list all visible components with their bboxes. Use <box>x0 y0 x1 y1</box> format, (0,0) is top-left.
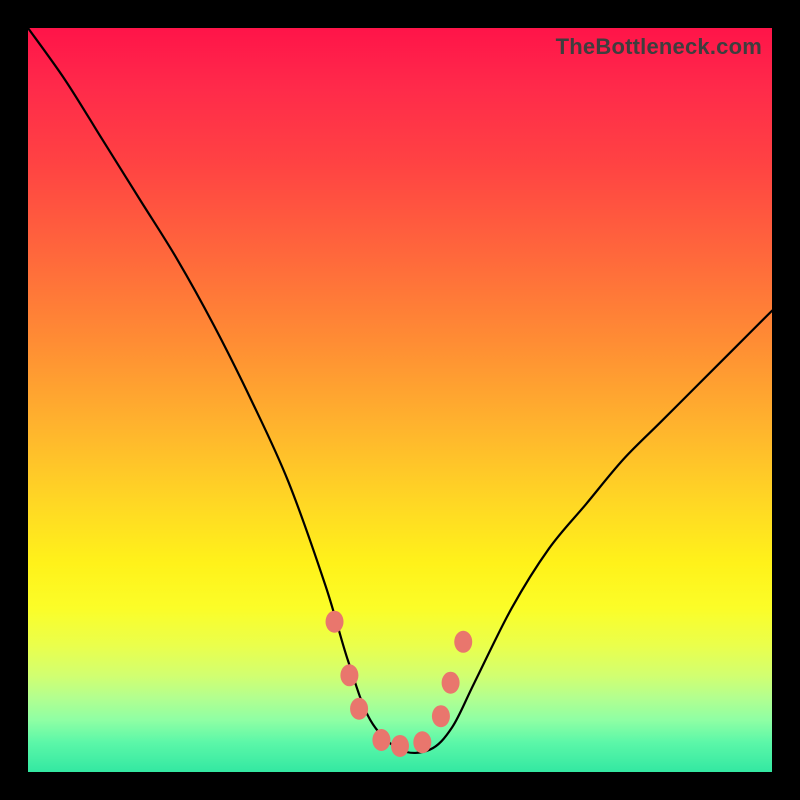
bottleneck-curve-path <box>28 28 772 753</box>
highlight-marker <box>413 731 431 753</box>
curve-svg <box>28 28 772 772</box>
marker-group <box>326 611 473 757</box>
highlight-marker <box>340 664 358 686</box>
highlight-marker <box>326 611 344 633</box>
highlight-marker <box>391 735 409 757</box>
highlight-marker <box>432 705 450 727</box>
plot-area: TheBottleneck.com <box>28 28 772 772</box>
highlight-marker <box>350 698 368 720</box>
outer-frame: TheBottleneck.com <box>0 0 800 800</box>
highlight-marker <box>372 729 390 751</box>
highlight-marker <box>442 672 460 694</box>
highlight-marker <box>454 631 472 653</box>
